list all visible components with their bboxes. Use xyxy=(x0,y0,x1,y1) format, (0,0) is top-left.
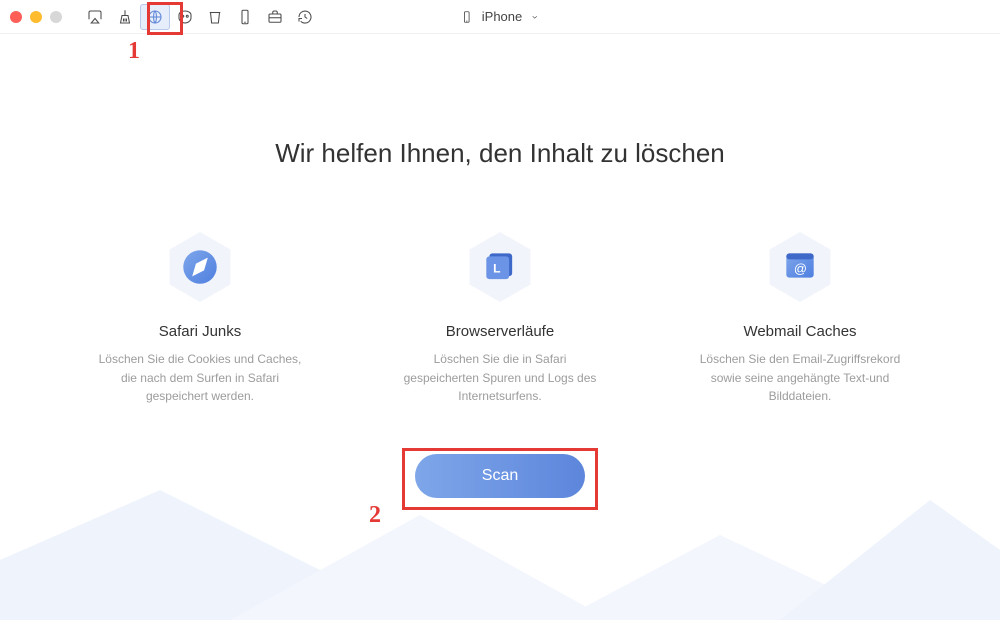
history-stack-icon: L xyxy=(462,229,538,305)
card-description: Löschen Sie die in Safari gespeicherten … xyxy=(385,350,615,406)
briefcase-icon[interactable] xyxy=(260,4,290,30)
airplay-icon[interactable] xyxy=(80,4,110,30)
card-browser-history: L Browserverläufe Löschen Sie die in Saf… xyxy=(385,229,615,406)
svg-text:@: @ xyxy=(794,261,807,276)
feature-cards: Safari Junks Löschen Sie die Cookies und… xyxy=(85,229,915,406)
background-mountains xyxy=(0,480,1000,620)
device-icon[interactable] xyxy=(230,4,260,30)
minimize-window-button[interactable] xyxy=(30,11,42,23)
chevron-down-icon xyxy=(530,12,540,22)
card-description: Löschen Sie die Cookies und Caches, die … xyxy=(85,350,315,406)
cleanup-brush-icon[interactable] xyxy=(110,4,140,30)
window-titlebar: iPhone xyxy=(0,0,1000,34)
main-content: Wir helfen Ihnen, den Inhalt zu löschen … xyxy=(0,34,1000,620)
device-label: iPhone xyxy=(482,9,522,24)
page-title: Wir helfen Ihnen, den Inhalt zu löschen xyxy=(275,138,725,169)
card-webmail-caches: @ Webmail Caches Löschen Sie den Email-Z… xyxy=(685,229,915,406)
card-title: Safari Junks xyxy=(85,323,315,340)
safari-compass-icon xyxy=(162,229,238,305)
card-title: Browserverläufe xyxy=(385,323,615,340)
device-picker[interactable]: iPhone xyxy=(460,8,540,26)
trash-icon[interactable] xyxy=(200,4,230,30)
close-window-button[interactable] xyxy=(10,11,22,23)
svg-text:L: L xyxy=(493,261,501,275)
incognito-mask-icon[interactable] xyxy=(170,4,200,30)
zoom-window-button[interactable] xyxy=(50,11,62,23)
phone-icon xyxy=(460,8,474,26)
webmail-at-icon: @ xyxy=(762,229,838,305)
card-description: Löschen Sie den Email-Zugriffsrekord sow… xyxy=(685,350,915,406)
window-controls xyxy=(10,11,62,23)
toolbar xyxy=(80,4,320,30)
card-title: Webmail Caches xyxy=(685,323,915,340)
privacy-globe-icon[interactable] xyxy=(140,4,170,30)
history-clock-icon[interactable] xyxy=(290,4,320,30)
card-safari-junks: Safari Junks Löschen Sie die Cookies und… xyxy=(85,229,315,406)
